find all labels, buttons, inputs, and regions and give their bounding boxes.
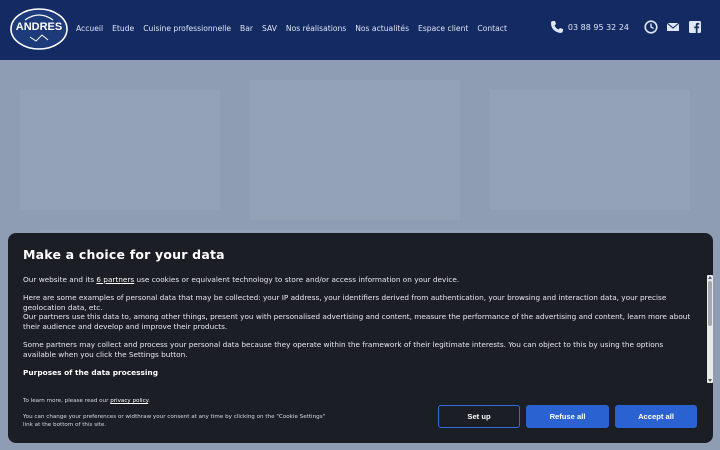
clock-icon[interactable] (644, 20, 658, 34)
privacy-policy-link[interactable]: privacy policy (110, 398, 148, 404)
refuse-all-button[interactable]: Refuse all (526, 405, 609, 428)
intro-text-start: Our website and its (23, 275, 97, 284)
partners-usage-text: Our partners use this data to, among oth… (23, 312, 691, 332)
nav-accueil[interactable]: Accueil (76, 22, 103, 36)
scroll-thumb[interactable] (708, 281, 712, 326)
background-line (40, 230, 680, 232)
andres-logo[interactable]: ANDRES (10, 8, 68, 50)
facebook-icon[interactable] (688, 20, 702, 34)
phone-number[interactable]: 03 88 95 32 24 (568, 23, 629, 32)
site-header: ANDRES Accueil Etude Cuisine professionn… (0, 0, 720, 60)
privacy-note-suffix: . (148, 398, 150, 404)
privacy-note-prefix: To learn more, please read our (23, 398, 111, 404)
scroll-down-arrow-icon[interactable] (708, 379, 712, 382)
background-block (20, 90, 220, 210)
nav-contact[interactable]: Contact (477, 22, 507, 36)
consent-title: Make a choice for your data (23, 247, 225, 262)
data-examples-text: Here are some examples of personal data … (23, 292, 667, 312)
purposes-heading: Purposes of the data processing (23, 367, 158, 377)
scroll-up-arrow-icon[interactable] (708, 276, 712, 279)
setup-button[interactable]: Set up (438, 405, 520, 428)
accept-all-button[interactable]: Accept all (615, 405, 697, 428)
preferences-note: You can change your preferences or width… (23, 414, 326, 428)
nav-etude[interactable]: Etude (112, 22, 134, 36)
nav-sav[interactable]: SAV (262, 22, 277, 36)
nav-bar[interactable]: Bar (240, 22, 253, 36)
nav-nos-actualites[interactable]: Nos actualités (355, 22, 409, 36)
consent-modal: Make a choice for your data Our website … (8, 233, 713, 443)
header-tools: 03 88 95 32 24 (550, 20, 702, 34)
nav-cuisine-professionnelle[interactable]: Cuisine professionnelle (143, 22, 231, 36)
nav-espace-client[interactable]: Espace client (418, 22, 468, 36)
consent-paragraph-data-examples: Here are some examples of personal data … (23, 293, 698, 332)
privacy-note: To learn more, please read our privacy p… (23, 398, 150, 404)
background-block (250, 80, 460, 220)
svg-text:ANDRES: ANDRES (16, 21, 62, 33)
main-nav: Accueil Etude Cuisine professionnelle Ba… (76, 22, 516, 36)
partners-link[interactable]: 6 partners (96, 275, 134, 284)
phone-icon[interactable] (550, 20, 564, 34)
mail-icon[interactable] (666, 20, 680, 34)
consent-intro: Our website and its 6 partners use cooki… (23, 275, 698, 285)
consent-body: Our website and its 6 partners use cooki… (23, 275, 698, 382)
background-block (490, 90, 690, 210)
consent-scrollbar[interactable] (707, 275, 713, 383)
intro-text-end: use cookies or equivalent technology to … (134, 275, 460, 284)
nav-nos-realisations[interactable]: Nos réalisations (286, 22, 346, 36)
consent-paragraph-legitimate: Some partners may collect and process yo… (23, 339, 664, 359)
